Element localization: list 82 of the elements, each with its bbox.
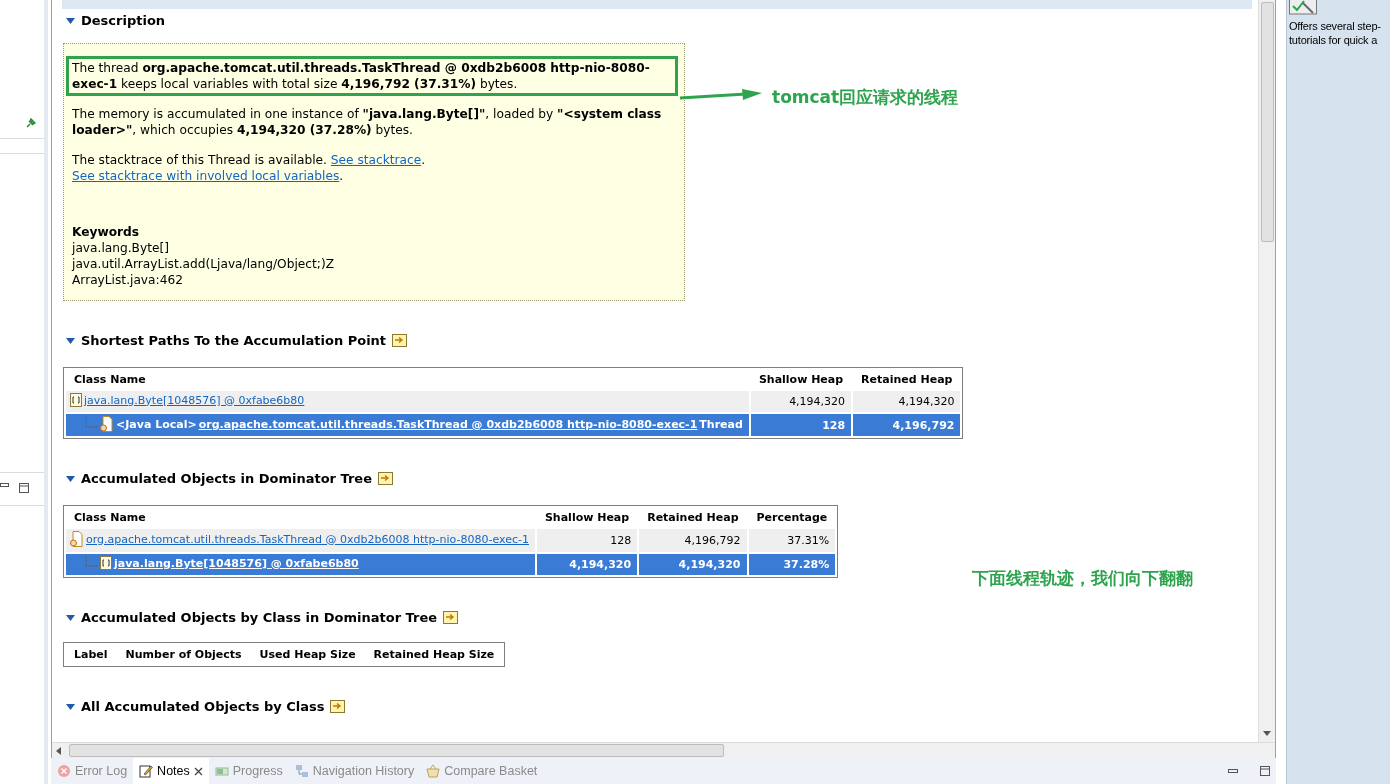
class-name-cell[interactable]: java.lang.Byte[1048576] @ 0xfabe6b80: [66, 554, 535, 575]
column-header[interactable]: Label: [66, 645, 116, 664]
class-name-cell[interactable]: org.apache.tomcat.util.threads.TaskThread @ 0xdb2b6008 http-nio-8080-exec-1: [66, 529, 535, 552]
heap-value-cell: 128: [536, 529, 638, 552]
query-icon[interactable]: [378, 471, 393, 485]
column-header[interactable]: Number of Objects: [117, 645, 250, 664]
column-header[interactable]: Used Heap Size: [251, 645, 364, 664]
keyword: ArrayList.java:462: [72, 272, 184, 288]
scroll-left-icon[interactable]: [56, 746, 61, 755]
column-header[interactable]: Class Name: [66, 370, 749, 389]
class-name-cell[interactable]: java.lang.Byte[1048576] @ 0xfabe6b80: [66, 391, 749, 412]
thread-object-icon: [70, 531, 84, 547]
minimize-icon[interactable]: [0, 483, 9, 487]
section-title: All Accumulated Objects by Class: [81, 698, 325, 714]
object-link[interactable]: org.apache.tomcat.util.threads.TaskThread @ 0xdb2b6008 http-nio-8080-exec-1: [198, 417, 698, 431]
close-icon[interactable]: [193, 766, 203, 776]
vertical-scrollbar[interactable]: [1258, 0, 1275, 742]
help-description: tutorials for quick a: [1289, 33, 1379, 47]
column-header[interactable]: Retained Heap Size: [365, 645, 503, 664]
query-icon[interactable]: [392, 333, 408, 347]
minimize-icon[interactable]: [1228, 769, 1238, 773]
view-tab[interactable]: Error Log: [51, 758, 134, 784]
section-title: Shortest Paths To the Accumulation Point: [81, 332, 387, 348]
heap-value-cell: 4,194,320: [853, 391, 961, 412]
view-tab[interactable]: Navigation History: [288, 758, 421, 784]
array-icon: [70, 393, 82, 407]
heap-value-cell: 4,196,792: [853, 414, 961, 436]
heap-value-cell: 37.28%: [748, 554, 836, 575]
section-title: Description: [81, 12, 166, 28]
object-link[interactable]: org.apache.tomcat.util.threads.TaskThread @ 0xdb2b6008 http-nio-8080-exec-1: [86, 532, 529, 546]
keywords-title: Keywords: [72, 224, 141, 240]
description-paragraph: The memory is accumulated in one instance of "java.lang.Byte[]", loaded by "<system class loader>", which occupies 4,194,320 (37.28%) bytes.: [72, 106, 663, 138]
column-header[interactable]: Shallow Heap: [536, 508, 638, 527]
collapse-triangle-icon[interactable]: [66, 335, 75, 345]
tutorial-icon[interactable]: [1289, 0, 1317, 15]
object-link[interactable]: java.lang.Byte[1048576] @ 0xfabe6b80: [84, 393, 305, 407]
tree-connector: [84, 417, 98, 431]
collapse-triangle-icon[interactable]: [66, 15, 75, 25]
annotation-text: tomcat回应请求的线程: [772, 86, 959, 109]
view-tab[interactable]: Progress: [208, 758, 289, 784]
collapse-triangle-icon[interactable]: [66, 473, 75, 483]
navigation-icon: [294, 764, 309, 778]
thread-object-icon: [100, 416, 114, 432]
heap-value-cell: 4,196,792: [639, 529, 747, 552]
column-header[interactable]: Shallow Heap: [750, 370, 852, 389]
view-tab[interactable]: Compare Basket: [420, 758, 544, 784]
heap-value-cell: 37.31%: [748, 529, 836, 552]
column-header[interactable]: Class Name: [66, 508, 535, 527]
heap-value-cell: 4,194,320: [536, 554, 638, 575]
pencil-note-icon: [139, 764, 154, 778]
object-link[interactable]: java.lang.Byte[1048576] @ 0xfabe6b80: [114, 556, 359, 570]
help-description: Offers several step-: [1289, 19, 1382, 33]
section-title: Accumulated Objects by Class in Dominator Tree: [81, 609, 438, 625]
keyword: java.util.ArrayList.add(Ljava/lang/Object;)Z: [72, 256, 335, 272]
scroll-thumb[interactable]: [69, 744, 724, 757]
progress-icon: [214, 764, 229, 778]
view-tab[interactable]: Notes: [133, 758, 209, 784]
pin-icon[interactable]: [26, 118, 36, 128]
tree-connector: [84, 556, 98, 570]
section-title: Accumulated Objects in Dominator Tree: [81, 470, 372, 486]
array-icon: [100, 556, 112, 570]
error-icon: [57, 764, 71, 778]
heap-value-cell: 4,194,320: [639, 554, 747, 575]
maximize-icon[interactable]: [19, 483, 29, 493]
column-header[interactable]: Retained Heap: [853, 370, 961, 389]
annotation-text: 下面线程轨迹，我们向下翻翻: [972, 567, 1193, 590]
scroll-down-icon[interactable]: [1263, 731, 1271, 736]
class-name-cell[interactable]: <Java Local> org.apache.tomcat.util.threads.TaskThread @ 0xdb2b6008 http-nio-8080-exec-1 Thread: [66, 414, 749, 436]
horizontal-scrollbar[interactable]: [52, 742, 1275, 758]
heap-value-cell: 4,194,320: [750, 391, 852, 412]
scroll-thumb[interactable]: [1260, 2, 1274, 242]
collapse-triangle-icon[interactable]: [66, 701, 75, 711]
column-header[interactable]: Retained Heap: [639, 508, 747, 527]
query-icon[interactable]: [330, 699, 346, 713]
heap-value-cell: 128: [750, 414, 852, 436]
maximize-icon[interactable]: [1260, 766, 1270, 776]
keyword: java.lang.Byte[]: [72, 240, 170, 256]
collapse-triangle-icon[interactable]: [66, 612, 75, 622]
query-icon[interactable]: [443, 610, 459, 624]
column-header[interactable]: Percentage: [748, 508, 836, 527]
basket-icon: [426, 764, 441, 778]
description-paragraph: The stacktrace of this Thread is available. See stacktrace. See stacktrace with involved local variables.: [72, 152, 427, 184]
